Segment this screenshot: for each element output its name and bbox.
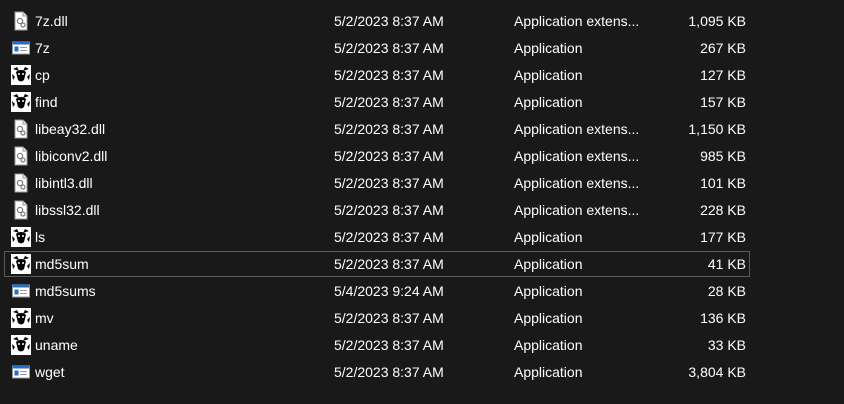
file-date-modified: 5/2/2023 8:37 AM [334, 202, 444, 218]
file-type: Application [514, 94, 583, 110]
file-name: 7z [35, 40, 50, 56]
file-row[interactable]: mv 5/2/2023 8:37 AM Application 136 KB [0, 305, 844, 332]
file-row[interactable]: libeay32.dll 5/2/2023 8:37 AM Application … [0, 116, 844, 143]
dll-file-icon [11, 200, 31, 220]
gnu-app-icon [11, 254, 31, 274]
file-size: 1,150 KB [688, 121, 746, 137]
file-type: Application [514, 310, 583, 326]
file-type: Application extens... [514, 175, 640, 191]
file-name: libssl32.dll [35, 202, 100, 218]
file-type: Application [514, 337, 583, 353]
file-type: Application [514, 40, 583, 56]
file-size: 985 KB [700, 148, 746, 164]
file-type: Application [514, 256, 583, 272]
file-date-modified: 5/2/2023 8:37 AM [334, 364, 444, 380]
dll-file-icon [11, 173, 31, 193]
file-list: 7z.dll 5/2/2023 8:37 AM Application extens… [0, 8, 844, 386]
file-row[interactable]: libintl3.dll 5/2/2023 8:37 AM Application … [0, 170, 844, 197]
file-date-modified: 5/2/2023 8:37 AM [334, 67, 444, 83]
dll-file-icon [11, 11, 31, 31]
file-size: 101 KB [700, 175, 746, 191]
file-name: cp [35, 67, 50, 83]
file-size: 28 KB [707, 283, 746, 299]
file-type: Application extens... [514, 202, 640, 218]
file-name: ls [35, 229, 46, 245]
file-name: mv [35, 310, 54, 326]
file-type: Application [514, 283, 583, 299]
file-type: Application [514, 364, 583, 380]
file-row[interactable]: libssl32.dll 5/2/2023 8:37 AM Application … [0, 197, 844, 224]
file-date-modified: 5/2/2023 8:37 AM [334, 256, 444, 272]
file-row[interactable]: md5sum 5/2/2023 8:37 AM Application 41 KB [0, 251, 844, 278]
file-type: Application extens... [514, 148, 640, 164]
file-name: md5sums [35, 283, 96, 299]
window-app-icon [11, 38, 31, 58]
file-row[interactable]: wget 5/2/2023 8:37 AM Application 3,804 KB [0, 359, 844, 386]
file-name: uname [35, 337, 78, 353]
file-type: Application extens... [514, 13, 640, 29]
file-size: 157 KB [700, 94, 746, 110]
file-name: md5sum [35, 256, 89, 272]
file-size: 3,804 KB [688, 364, 746, 380]
file-size: 1,095 KB [688, 13, 746, 29]
window-app-icon [11, 362, 31, 382]
file-size: 41 KB [707, 256, 746, 272]
file-row[interactable]: libiconv2.dll 5/2/2023 8:37 AM Application… [0, 143, 844, 170]
file-date-modified: 5/4/2023 9:24 AM [334, 283, 444, 299]
file-name: libeay32.dll [35, 121, 106, 137]
gnu-app-icon [11, 65, 31, 85]
file-date-modified: 5/2/2023 8:37 AM [334, 229, 444, 245]
file-size: 33 KB [707, 337, 746, 353]
dll-file-icon [11, 119, 31, 139]
file-row[interactable]: 7z.dll 5/2/2023 8:37 AM Application extens… [0, 8, 844, 35]
file-date-modified: 5/2/2023 8:37 AM [334, 310, 444, 326]
window-app-icon [11, 281, 31, 301]
file-date-modified: 5/2/2023 8:37 AM [334, 148, 444, 164]
file-date-modified: 5/2/2023 8:37 AM [334, 94, 444, 110]
gnu-app-icon [11, 227, 31, 247]
file-date-modified: 5/2/2023 8:37 AM [334, 337, 444, 353]
file-date-modified: 5/2/2023 8:37 AM [334, 13, 444, 29]
gnu-app-icon [11, 92, 31, 112]
file-name: libiconv2.dll [35, 148, 108, 164]
file-row[interactable]: find 5/2/2023 8:37 AM Application 157 KB [0, 89, 844, 116]
file-type: Application extens... [514, 121, 640, 137]
file-name: libintl3.dll [35, 175, 93, 191]
file-date-modified: 5/2/2023 8:37 AM [334, 121, 444, 137]
file-size: 127 KB [700, 67, 746, 83]
file-date-modified: 5/2/2023 8:37 AM [334, 175, 444, 191]
file-row[interactable]: 7z 5/2/2023 8:37 AM Application 267 KB [0, 35, 844, 62]
file-type: Application [514, 67, 583, 83]
file-size: 228 KB [700, 202, 746, 218]
dll-file-icon [11, 146, 31, 166]
file-size: 267 KB [700, 40, 746, 56]
file-row[interactable]: ls 5/2/2023 8:37 AM Application 177 KB [0, 224, 844, 251]
file-type: Application [514, 229, 583, 245]
file-name: wget [35, 364, 65, 380]
file-row[interactable]: uname 5/2/2023 8:37 AM Application 33 KB [0, 332, 844, 359]
file-name: find [35, 94, 58, 110]
file-size: 136 KB [700, 310, 746, 326]
file-name: 7z.dll [35, 13, 68, 29]
file-size: 177 KB [700, 229, 746, 245]
gnu-app-icon [11, 335, 31, 355]
file-date-modified: 5/2/2023 8:37 AM [334, 40, 444, 56]
file-row[interactable]: cp 5/2/2023 8:37 AM Application 127 KB [0, 62, 844, 89]
file-row[interactable]: md5sums 5/4/2023 9:24 AM Application 28 KB [0, 278, 844, 305]
gnu-app-icon [11, 308, 31, 328]
